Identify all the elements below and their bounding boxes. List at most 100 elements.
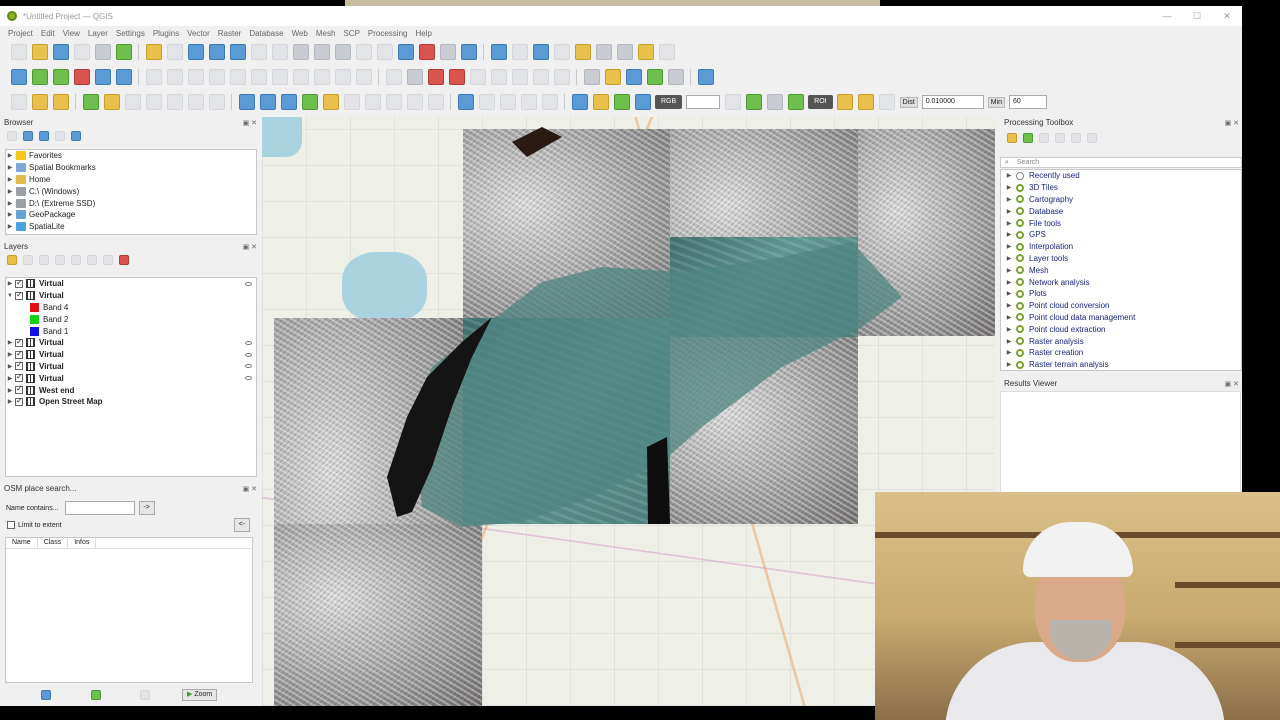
menu-edit[interactable]: Edit [41,29,55,38]
python-console-icon[interactable] [604,69,621,85]
expand-arrow-icon[interactable]: ▶ [6,188,14,195]
osm-back-button[interactable]: <- [234,518,250,532]
layer-item[interactable]: ▶ Virtual [6,360,256,373]
menu-web[interactable]: Web [292,29,308,38]
results-icon[interactable] [1055,133,1065,143]
filter-legend-icon[interactable] [55,255,65,265]
processing-provider-item[interactable]: ▶ Raster terrain analysis [1001,359,1241,370]
limit-extent-checkbox[interactable] [7,521,15,529]
maximize-button[interactable]: ☐ [1182,6,1212,26]
text-annotation-icon[interactable] [238,94,255,110]
chevron-down-icon[interactable]: ▼ [6,293,14,299]
zoom-last-icon[interactable] [313,44,330,60]
save-as-icon[interactable] [73,44,90,60]
panel-close-icon[interactable]: ▣ ✕ [243,242,257,254]
menu-plugins[interactable]: Plugins [153,29,179,38]
data-source-manager-icon[interactable] [10,69,27,85]
add-virtual-layer-icon[interactable] [115,69,132,85]
statistics-icon[interactable] [595,44,612,60]
callout-icon[interactable] [553,69,570,85]
expand-arrow-icon[interactable]: ▶ [1004,302,1014,309]
refresh-icon[interactable] [460,44,477,60]
browser-item[interactable]: ▶ Spatial Bookmarks [6,162,256,174]
chevron-right-icon[interactable]: ▶ [6,339,14,346]
browser-item[interactable]: ▶ Favorites [6,150,256,162]
layer-item[interactable]: ▶ Virtual [6,278,256,290]
layer-item[interactable]: ▶ West end [6,384,256,396]
map-tips-icon[interactable] [637,44,654,60]
layer-indicator-icon[interactable] [245,281,252,286]
field-calculator-icon[interactable] [574,44,591,60]
expand-all-icon[interactable] [87,255,97,265]
undo-icon[interactable] [334,69,351,85]
style-layer-icon[interactable] [7,255,17,265]
browser-item[interactable]: ▶ SpatiaLite [6,221,256,233]
expand-arrow-icon[interactable]: ▶ [1004,196,1014,203]
menu-raster[interactable]: Raster [218,29,242,38]
rgb-composite-select[interactable]: RGB [655,95,683,109]
roi-redo-icon[interactable] [879,94,896,110]
remove-layer-icon[interactable] [119,255,129,265]
expand-arrow-icon[interactable]: ▶ [6,223,14,230]
local-cumulative-icon[interactable] [745,94,762,110]
col-infos[interactable]: Infos [68,538,97,548]
osm-name-input[interactable] [64,501,135,515]
new-geopackage-icon[interactable] [31,69,48,85]
add-group-icon[interactable] [23,255,33,265]
zoom-roi-icon[interactable] [787,94,804,110]
chevron-right-icon[interactable]: ▶ [6,387,14,394]
layer-item[interactable]: ▶ Virtual [6,372,256,384]
panel-close-icon[interactable]: ▣ ✕ [1225,118,1239,130]
chevron-right-icon[interactable]: ▶ [6,375,14,382]
expand-arrow-icon[interactable]: ▶ [6,176,14,183]
zoom-out-icon[interactable] [208,44,225,60]
processing-provider-item[interactable]: ▶ 3D Tiles [1001,182,1241,194]
scp-band-set-icon[interactable] [613,94,630,110]
expand-arrow-icon[interactable]: ▶ [1004,361,1014,368]
add-raster-icon[interactable] [94,69,111,85]
add-roi-icon[interactable] [858,94,875,110]
digitize-icon[interactable] [166,69,183,85]
show-bookmarks-icon[interactable] [418,44,435,60]
style-manager-icon[interactable] [115,44,132,60]
layer-indicator-icon[interactable] [245,376,252,381]
menu-scp[interactable]: SCP [343,29,359,38]
crosshair-icon[interactable] [499,94,516,110]
menu-project[interactable]: Project [8,29,33,38]
digitize-shape-icon[interactable] [10,94,27,110]
label-icon[interactable] [385,69,402,85]
panel-close-icon[interactable]: ▣ ✕ [243,484,257,496]
georeferencer-icon[interactable] [457,94,474,110]
properties-icon[interactable] [71,131,81,141]
scp-zoom-band-icon[interactable] [634,94,651,110]
expand-arrow-icon[interactable]: ▶ [1004,208,1014,215]
zoom-layer-icon[interactable] [271,44,288,60]
deselect-icon[interactable] [553,44,570,60]
measure-icon[interactable] [616,44,633,60]
layer-item[interactable]: ▶ Virtual [6,349,256,361]
col-class[interactable]: Class [38,538,69,548]
expand-arrow-icon[interactable]: ▶ [1004,172,1014,179]
chevron-right-icon[interactable]: ▶ [6,363,14,370]
osm-zoom-button[interactable]: ▶ Zoom [182,689,218,701]
processing-search-input[interactable]: ⌕ Search [1000,157,1242,168]
processing-provider-item[interactable]: ▶ Plots [1001,288,1241,300]
create-roi-icon[interactable] [837,94,854,110]
osm-go-button[interactable]: -> [138,501,155,515]
osm-export-icon[interactable] [40,690,51,700]
html-annotation-icon[interactable] [406,94,423,110]
history-icon[interactable] [1039,133,1049,143]
expand-arrow-icon[interactable]: ▶ [1004,314,1014,321]
layer-visibility-checkbox[interactable] [15,396,23,406]
manage-visibility-icon[interactable] [39,255,49,265]
menu-mesh[interactable]: Mesh [316,29,336,38]
redo-icon[interactable] [355,69,372,85]
simplify-icon[interactable] [343,94,360,110]
processing-provider-item[interactable]: ▶ Mesh [1001,264,1241,276]
select-by-value-icon[interactable] [31,94,48,110]
add-feature-icon[interactable] [208,69,225,85]
label-pin-icon[interactable] [406,69,423,85]
print-layout-icon[interactable] [94,44,111,60]
help-icon[interactable] [697,69,714,85]
band-legend-item[interactable]: Band 4 [6,302,256,314]
